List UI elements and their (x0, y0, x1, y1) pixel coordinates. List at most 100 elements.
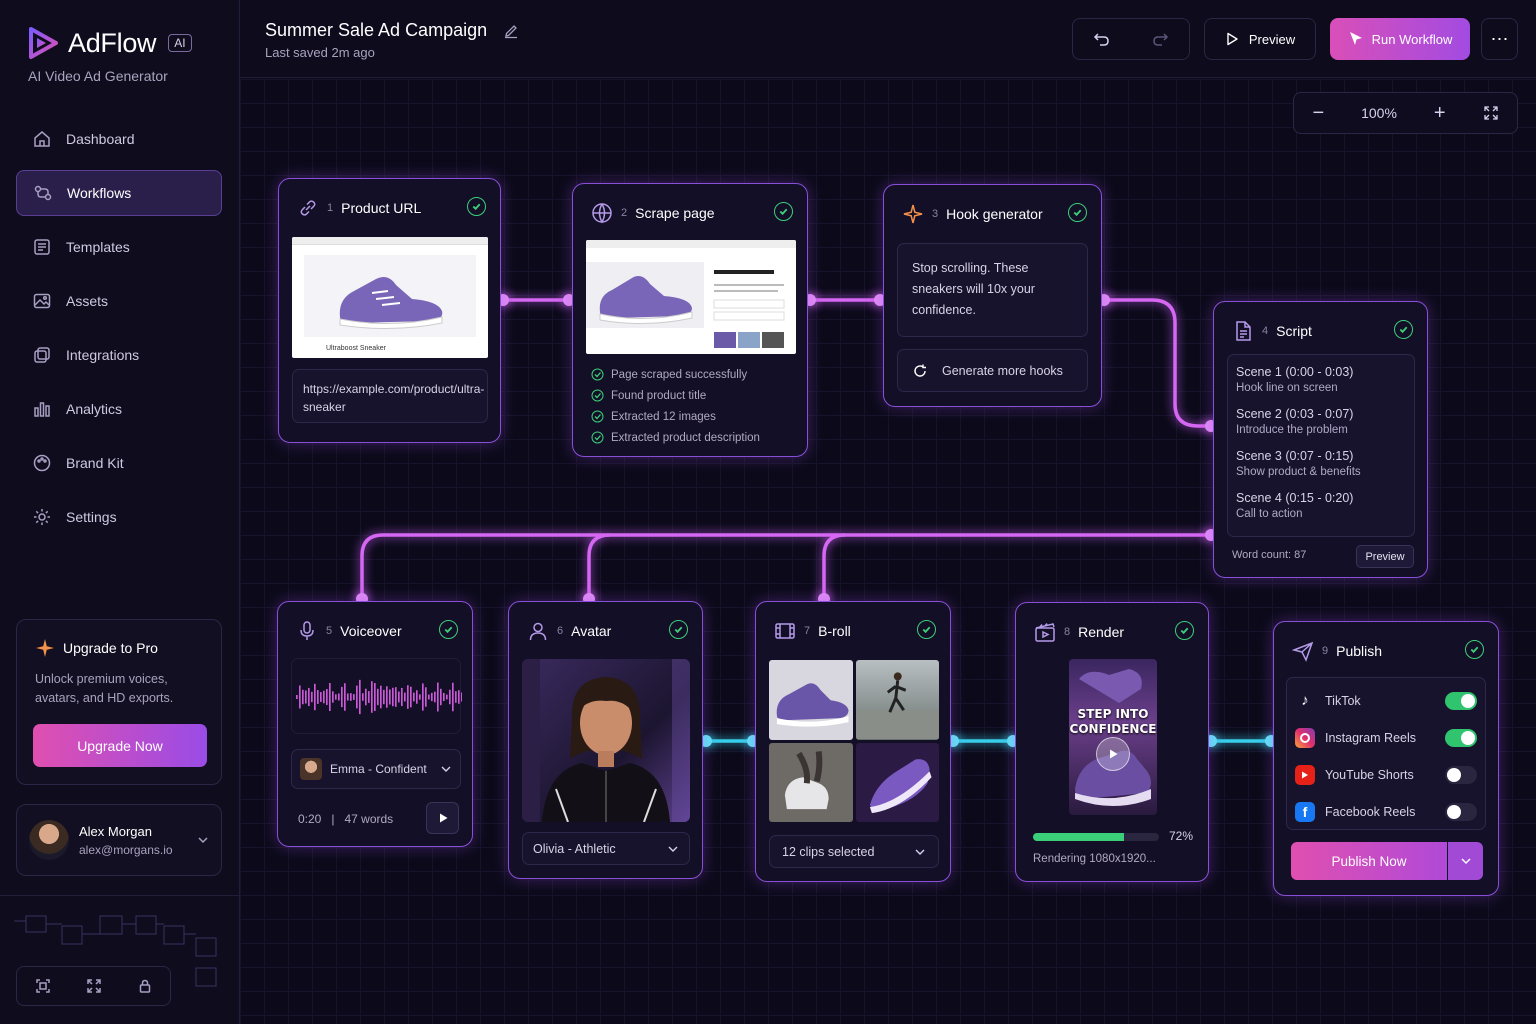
publish-now-button[interactable]: Publish Now (1291, 842, 1447, 880)
waveform-bar (425, 687, 427, 707)
sidebar-item-integrations[interactable]: Integrations (16, 332, 222, 378)
node-product-url[interactable]: 1 Product URL Ultraboost Sneaker https:/… (278, 178, 501, 443)
fit-view-icon[interactable] (35, 978, 51, 994)
play-voice-button[interactable] (426, 802, 459, 834)
node-avatar[interactable]: 6 Avatar Olivia - Athletic (508, 601, 703, 879)
waveform-bar (305, 690, 307, 704)
platform-name: TikTok (1325, 693, 1361, 708)
step-text: Extracted product description (611, 431, 760, 444)
node-hook-generator[interactable]: 3 Hook generator Stop scrolling. These s… (883, 184, 1102, 407)
instagram-toggle[interactable] (1445, 728, 1477, 747)
lock-icon[interactable] (137, 978, 153, 994)
publish-options-button[interactable] (1448, 842, 1483, 880)
waveform-bar (356, 685, 358, 709)
sidebar-item-templates[interactable]: Templates (16, 224, 222, 270)
ai-badge: AI (168, 34, 192, 52)
scraped-sneaker-image (586, 262, 785, 348)
edit-icon[interactable] (503, 23, 519, 39)
list-item[interactable]: Scene 3 (0:07 - 0:15) Show product & ben… (1236, 449, 1406, 491)
node-header: 4 Script (1232, 320, 1312, 342)
waveform-bar (452, 682, 454, 712)
script-preview-button[interactable]: Preview (1356, 545, 1414, 568)
waveform-bar (377, 688, 379, 706)
workflow-canvas[interactable]: − 100% + 1 Product URL Ultraboost Sneake… (240, 79, 1536, 1024)
hook-text[interactable]: Stop scrolling. These sneakers will 10x … (897, 243, 1088, 337)
sidebar-item-workflows[interactable]: Workflows (16, 170, 222, 216)
sidebar-item-label: Integrations (66, 347, 140, 363)
waveform-bar (443, 692, 445, 702)
step-text: Extracted 12 images (611, 410, 716, 423)
node-script[interactable]: 4 Script Scene 1 (0:00 - 0:03) Hook line… (1213, 301, 1428, 578)
redo-icon[interactable] (1150, 29, 1170, 49)
waveform-bar (311, 691, 313, 703)
clips-select[interactable]: 12 clips selected (769, 835, 939, 868)
preview-button[interactable]: Preview (1204, 18, 1316, 60)
list-item: Instagram Reels (1295, 719, 1477, 756)
waveform-bar (428, 694, 430, 700)
waveform-bar (326, 689, 328, 705)
upgrade-now-button[interactable]: Upgrade Now (33, 724, 207, 767)
logo[interactable]: AdFlow AI (26, 26, 192, 60)
upgrade-title-text: Upgrade to Pro (63, 640, 158, 656)
generate-more-hooks-label: Generate more hooks (942, 363, 1063, 378)
chevron-down-icon[interactable] (197, 834, 209, 846)
node-render[interactable]: 8 Render STEP INTO CONFIDENCE 72% Render… (1015, 602, 1209, 882)
node-header: 9 Publish (1292, 640, 1382, 662)
waveform-bar (341, 686, 343, 708)
render-progress-fill (1033, 833, 1124, 841)
fullscreen-icon[interactable] (86, 978, 102, 994)
check-icon (1465, 640, 1484, 659)
scene-time: (0:03 - 0:07) (1285, 407, 1354, 421)
voice-select[interactable]: Emma - Confident (291, 749, 461, 789)
sidebar-item-label: Settings (66, 509, 117, 525)
facebook-toggle[interactable] (1445, 802, 1477, 821)
node-b-roll[interactable]: 7 B-roll 12 clips selected (755, 601, 951, 882)
waveform-bar (458, 690, 460, 704)
film-icon (775, 623, 795, 639)
node-title: Product URL (341, 200, 422, 216)
undo-icon[interactable] (1092, 29, 1112, 49)
sidebar-nav: Dashboard Workflows Templates Assets Int… (16, 116, 222, 548)
sidebar-item-assets[interactable]: Assets (16, 278, 222, 324)
waveform-bar (350, 693, 352, 701)
node-publish[interactable]: 9 Publish ♪ TikTok Instagram Reels YouTu… (1273, 621, 1499, 896)
b-roll-clip[interactable] (855, 742, 940, 823)
list-item[interactable]: Scene 2 (0:03 - 0:07) Introduce the prob… (1236, 407, 1406, 449)
waveform-bar (434, 691, 436, 703)
run-workflow-button[interactable]: Run Workflow (1330, 18, 1470, 60)
node-voiceover[interactable]: 5 Voiceover Emma - Confident 0:20 | 47 wor… (277, 601, 473, 847)
url-field[interactable]: https://example.com/product/ultra-sneake… (292, 369, 488, 423)
b-roll-clip[interactable] (769, 660, 853, 740)
b-roll-clip[interactable] (855, 660, 940, 740)
sidebar-item-settings[interactable]: Settings (16, 494, 222, 540)
upgrade-title: Upgrade to Pro (35, 638, 203, 658)
scene-desc: Hook line on screen (1236, 382, 1338, 394)
more-options-button[interactable]: ⋯ (1481, 18, 1518, 60)
list-item[interactable]: Scene 1 (0:00 - 0:03) Hook line on scree… (1236, 365, 1406, 407)
check-icon (669, 620, 688, 639)
list-item[interactable]: Scene 4 (0:15 - 0:20) Call to action (1236, 491, 1406, 533)
youtube-toggle[interactable] (1445, 765, 1477, 784)
node-scrape-page[interactable]: 2 Scrape page Page scraped successfully … (572, 183, 808, 457)
waveform-bar (338, 693, 340, 701)
tiktok-toggle[interactable] (1445, 691, 1477, 710)
user-email: alex@morgans.io (79, 842, 173, 857)
scene-name: Scene 1 (1236, 365, 1282, 379)
scene-heading: Scene 2 (0:03 - 0:07) (1236, 407, 1406, 421)
b-roll-clip[interactable] (769, 742, 853, 823)
user-card[interactable]: Alex Morgan alex@morgans.io (16, 804, 222, 876)
upgrade-description: Unlock premium voices, avatars, and HD e… (35, 672, 174, 705)
waveform-bar (386, 686, 388, 708)
render-play-button[interactable] (1096, 737, 1130, 771)
waveform-bar (308, 687, 310, 707)
check-icon (774, 202, 793, 221)
sidebar-item-dashboard[interactable]: Dashboard (16, 116, 222, 162)
sidebar-item-brand-kit[interactable]: Brand Kit (16, 440, 222, 486)
avatar-select[interactable]: Olivia - Athletic (522, 832, 690, 865)
scrape-steps-list: Page scraped successfully Found product … (591, 364, 760, 448)
generate-more-hooks-button[interactable]: Generate more hooks (897, 349, 1088, 392)
list-item: YouTube Shorts (1295, 756, 1477, 793)
sidebar-item-analytics[interactable]: Analytics (16, 386, 222, 432)
waveform-bar (407, 685, 409, 709)
node-header: 2 Scrape page (591, 202, 715, 224)
